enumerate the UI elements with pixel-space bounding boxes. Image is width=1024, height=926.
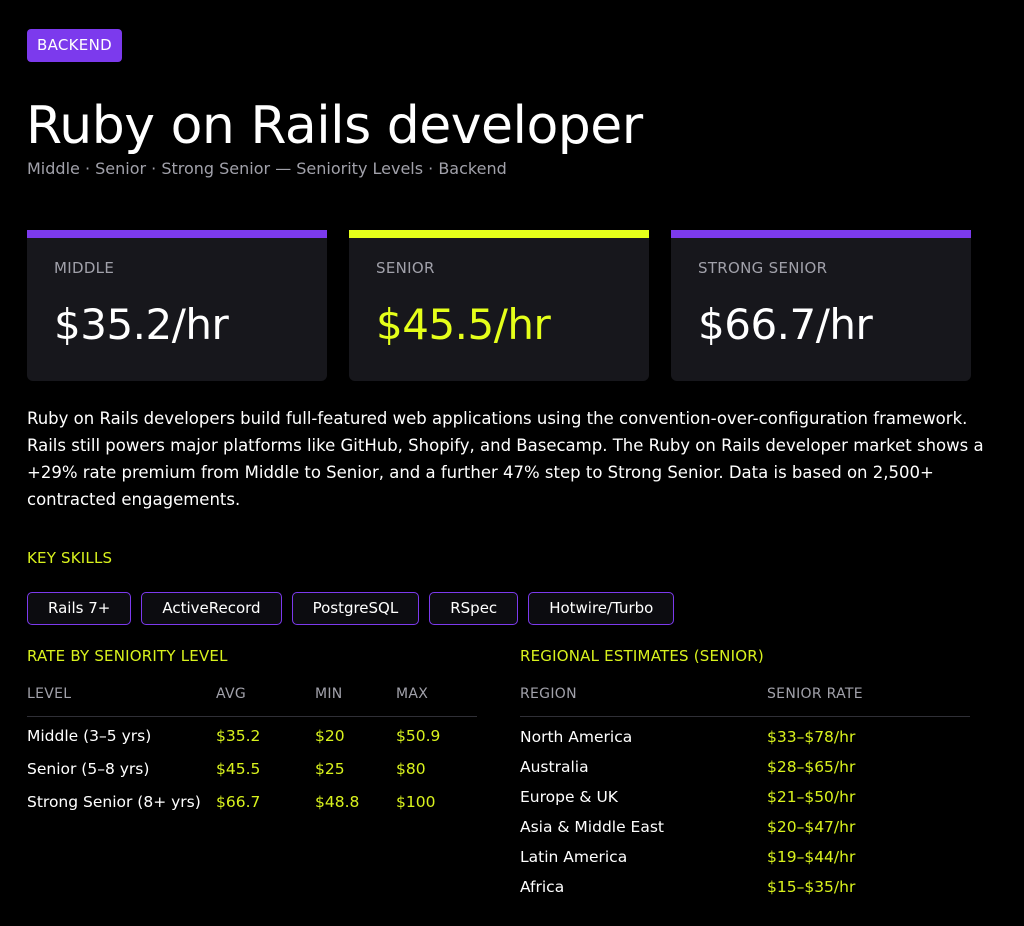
rate-card-middle: MIDDLE $35.2/hr	[27, 230, 327, 381]
rate-cell: $19–$44/hr	[767, 848, 856, 866]
rate-cell: $33–$78/hr	[767, 728, 856, 746]
table-row: Latin America $19–$44/hr	[520, 842, 970, 872]
rate-cell: $21–$50/hr	[767, 788, 856, 806]
column-header: AVG	[216, 686, 315, 717]
max-cell: $50.9	[396, 726, 441, 745]
column-header: REGION	[520, 686, 767, 717]
region-cell: Europe & UK	[520, 788, 618, 806]
table-row: Senior (5–8 yrs) $45.5 $25 $80	[27, 752, 477, 785]
seniority-table-heading: RATE BY SENIORITY LEVEL	[27, 647, 228, 665]
table-row: Africa $15–$35/hr	[520, 872, 970, 902]
card-value: $45.5/hr	[376, 300, 551, 349]
page-subtitle: Middle · Senior · Strong Senior — Senior…	[27, 159, 507, 178]
avg-cell: $45.5	[216, 759, 261, 778]
region-cell: North America	[520, 728, 633, 746]
region-cell: Australia	[520, 758, 589, 776]
regional-table-heading: REGIONAL ESTIMATES (SENIOR)	[520, 647, 764, 665]
region-cell: Asia & Middle East	[520, 818, 664, 836]
table-row: North America $33–$78/hr	[520, 722, 970, 752]
card-accent-bar	[27, 230, 327, 238]
avg-cell: $35.2	[216, 726, 261, 745]
card-value: $66.7/hr	[698, 300, 873, 349]
table-row: Europe & UK $21–$50/hr	[520, 782, 970, 812]
page-title: Ruby on Rails developer	[26, 96, 643, 156]
page: BACKEND Ruby on Rails developer Middle ·…	[0, 0, 1024, 926]
max-cell: $100	[396, 792, 436, 811]
rate-cell: $20–$47/hr	[767, 818, 856, 836]
avg-cell: $66.7	[216, 792, 261, 811]
skills-list: Rails 7+ ActiveRecord PostgreSQL RSpec H…	[27, 592, 675, 625]
level-cell: Senior (5–8 yrs)	[27, 759, 150, 778]
table-row: Strong Senior (8+ yrs) $66.7 $48.8 $100	[27, 785, 477, 818]
column-header: LEVEL	[27, 686, 216, 717]
region-cell: Africa	[520, 878, 565, 896]
column-header: MAX	[396, 686, 477, 717]
min-cell: $25	[315, 759, 345, 778]
column-header: MIN	[315, 686, 396, 717]
skill-chip[interactable]: ActiveRecord	[141, 592, 282, 625]
max-cell: $80	[396, 759, 426, 778]
skill-chip[interactable]: Hotwire/Turbo	[528, 592, 675, 625]
card-accent-bar	[349, 230, 649, 238]
region-cell: Latin America	[520, 848, 628, 866]
rate-cell: $28–$65/hr	[767, 758, 856, 776]
level-cell: Middle (3–5 yrs)	[27, 726, 152, 745]
table-row: Australia $28–$65/hr	[520, 752, 970, 782]
skill-chip[interactable]: PostgreSQL	[291, 592, 420, 625]
role-description: Ruby on Rails developers build full-feat…	[27, 409, 984, 509]
card-label: STRONG SENIOR	[698, 259, 828, 277]
seniority-table: LEVEL AVG MIN MAX Middle (3–5 yrs) $35.2…	[27, 686, 477, 818]
card-label: SENIOR	[376, 259, 435, 277]
rate-card-senior: SENIOR $45.5/hr	[349, 230, 649, 381]
table-header-row: LEVEL AVG MIN MAX	[27, 686, 477, 717]
skill-chip[interactable]: RSpec	[429, 592, 519, 625]
rate-card-strong-senior: STRONG SENIOR $66.7/hr	[671, 230, 971, 381]
rate-cell: $15–$35/hr	[767, 878, 856, 896]
table-row: Asia & Middle East $20–$47/hr	[520, 812, 970, 842]
skill-chip[interactable]: Rails 7+	[27, 592, 132, 625]
regional-table: REGION SENIOR RATE North America $33–$78…	[520, 686, 970, 902]
key-skills-heading: KEY SKILLS	[27, 549, 113, 567]
column-header: SENIOR RATE	[767, 686, 970, 717]
min-cell: $48.8	[315, 792, 360, 811]
card-value: $35.2/hr	[54, 300, 229, 349]
category-badge: BACKEND	[27, 29, 122, 62]
rate-cards: MIDDLE $35.2/hr SENIOR $45.5/hr STRONG S…	[27, 230, 971, 381]
level-cell: Strong Senior (8+ yrs)	[27, 792, 201, 811]
card-accent-bar	[671, 230, 971, 238]
min-cell: $20	[315, 726, 345, 745]
table-header-row: REGION SENIOR RATE	[520, 686, 970, 717]
table-row: Middle (3–5 yrs) $35.2 $20 $50.9	[27, 719, 477, 752]
card-label: MIDDLE	[54, 259, 115, 277]
